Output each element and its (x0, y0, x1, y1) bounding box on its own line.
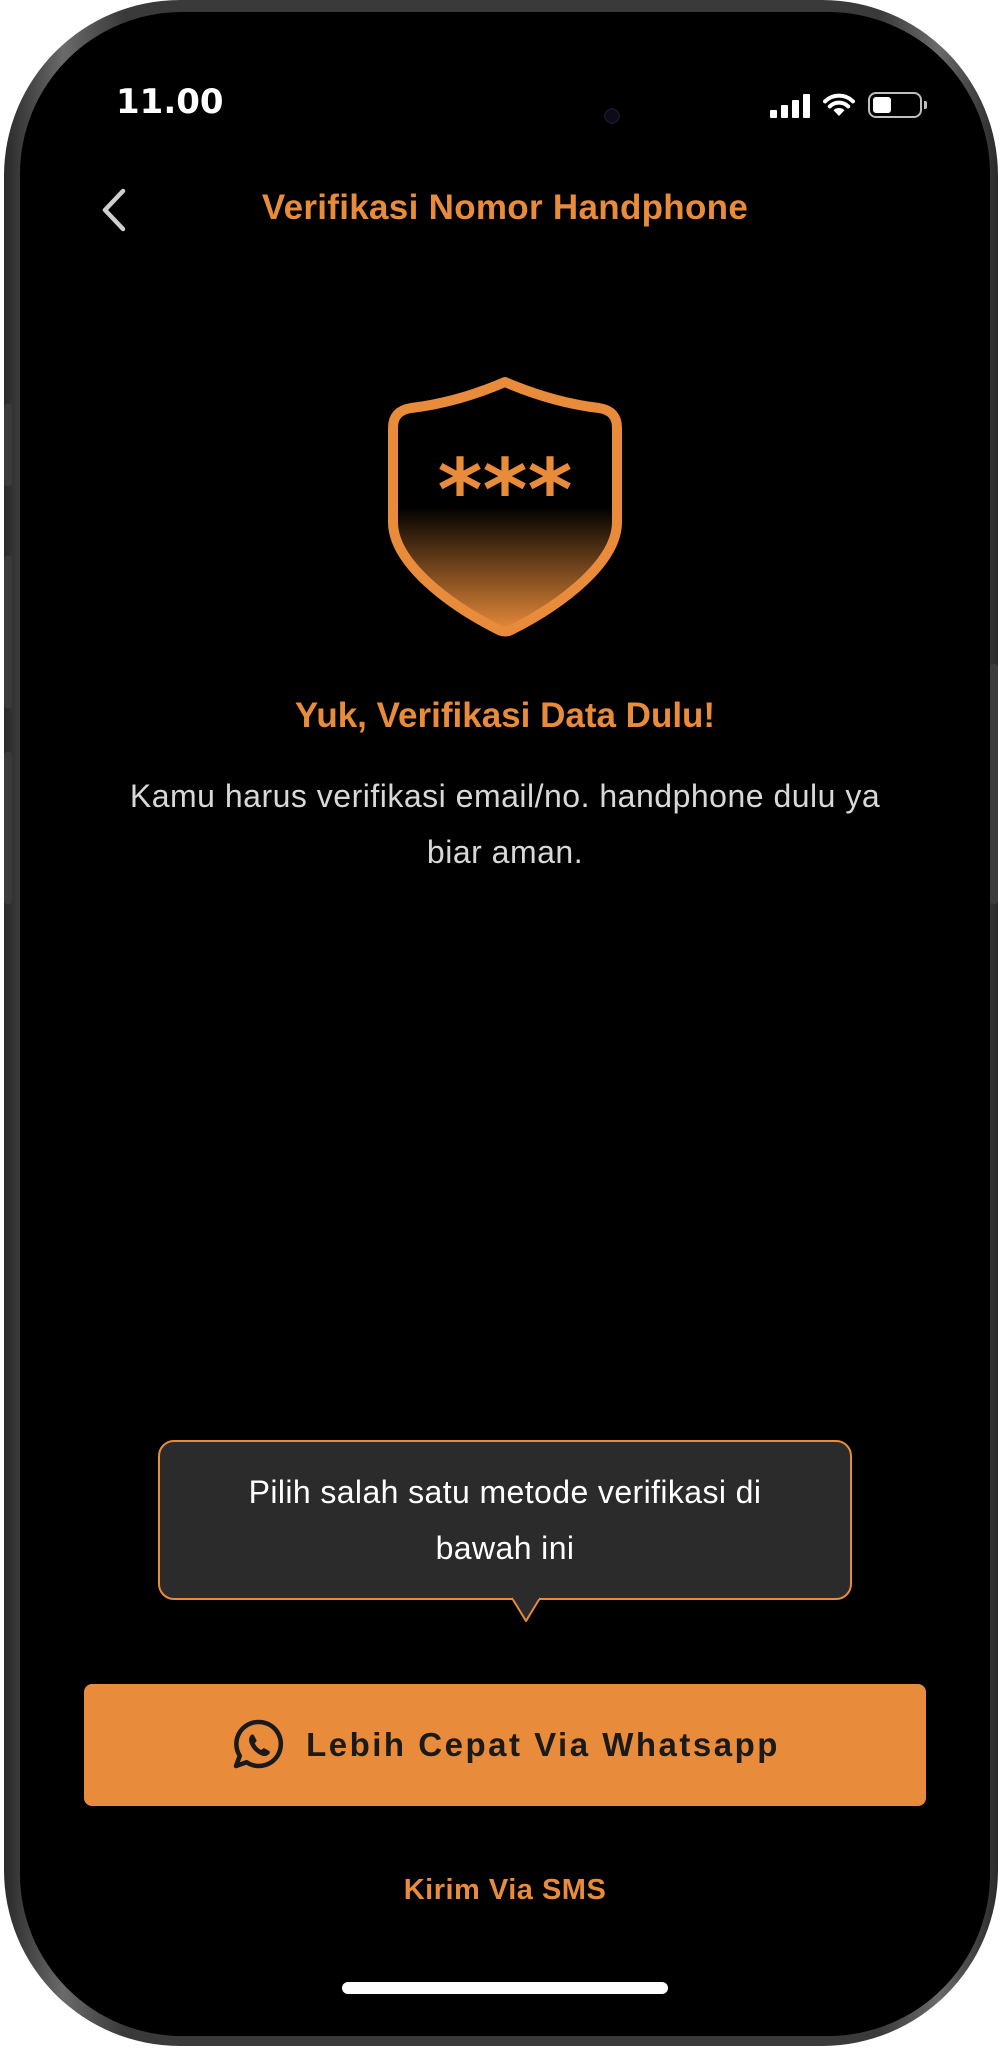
phone-frame: 11.00 Verifikasi Nomor Handphone *** Yuk… (4, 0, 998, 2046)
description: Kamu harus verifikasi email/no. handphon… (129, 778, 881, 870)
whatsapp-icon (233, 1719, 284, 1769)
headline: Yuk, Verifikasi Data Dulu! (294, 696, 716, 735)
front-camera (604, 108, 620, 124)
screen: 11.00 Verifikasi Nomor Handphone *** Yuk… (20, 12, 990, 2036)
tooltip-text: Pilih salah satu metode verifikasi di ba… (248, 1474, 762, 1566)
power-button (990, 664, 998, 904)
whatsapp-button-label: Lebih Cepat Via Whatsapp (306, 1726, 780, 1763)
status-time: 11.00 (116, 82, 224, 122)
shield-password-text: *** (438, 441, 573, 541)
whatsapp-verify-button[interactable]: Lebih Cepat Via Whatsapp (84, 1684, 926, 1806)
cellular-signal-icon (770, 94, 810, 118)
page-title: Verifikasi Nomor Handphone (261, 188, 749, 227)
home-indicator[interactable] (342, 1982, 668, 1994)
battery-icon (868, 92, 927, 118)
volume-down-button (4, 752, 12, 904)
mute-switch (4, 404, 12, 486)
tooltip: Pilih salah satu metode verifikasi di ba… (158, 1440, 852, 1600)
status-icons (770, 88, 927, 118)
sms-verify-link[interactable]: Kirim Via SMS (20, 1874, 990, 1907)
tooltip-arrow (512, 1597, 540, 1622)
shield-password-icon: *** (388, 377, 622, 637)
wifi-icon (823, 93, 855, 116)
volume-up-button (4, 556, 12, 708)
